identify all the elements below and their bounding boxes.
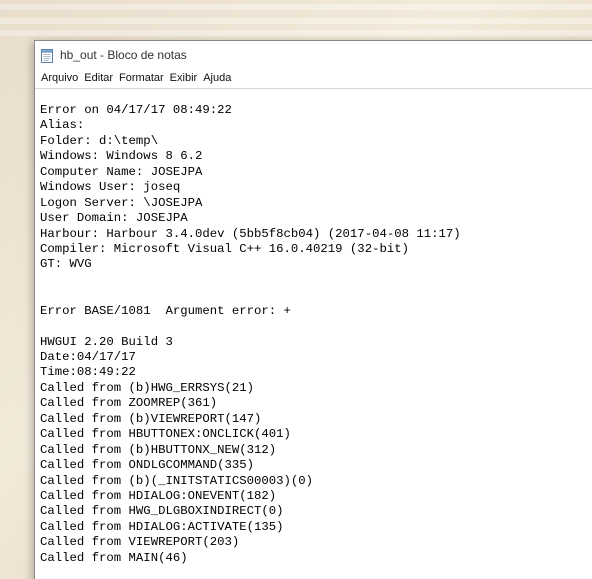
text-line: Called from HBUTTONEX:ONCLICK(401) (40, 427, 291, 442)
blind-stripe (0, 18, 592, 24)
text-line: Called from HDIALOG:ONEVENT(182) (40, 488, 277, 503)
menu-arquivo[interactable]: Arquivo (38, 72, 81, 84)
text-line (40, 319, 592, 334)
text-line: Time:08:49:22 (40, 365, 136, 380)
text-line: Called from MAIN(46) (40, 550, 188, 565)
text-line (40, 273, 592, 288)
text-line: Harbour: Harbour 3.4.0dev (5bb5f8cb04) (… (40, 226, 461, 241)
text-line: Computer Name: JOSEJPA (40, 164, 203, 179)
text-line: Compiler: Microsoft Visual C++ 16.0.4021… (40, 241, 409, 256)
desktop-background: hb_out - Bloco de notas Arquivo Editar F… (0, 0, 592, 579)
notepad-icon[interactable] (41, 48, 54, 63)
text-line: Windows: Windows 8 6.2 (40, 149, 203, 164)
menu-exibir[interactable]: Exibir (167, 72, 201, 84)
menu-editar[interactable]: Editar (81, 72, 116, 84)
text-line: Date:04/17/17 (40, 350, 136, 364)
text-line: Alias: (40, 118, 85, 133)
text-line: Called from ONDLGCOMMAND(335) (40, 458, 255, 473)
text-line: Called from HDIALOG:ACTIVATE(135) (40, 519, 284, 534)
text-line: Error BASE/1081 Argument error: + (40, 303, 291, 318)
title-bar[interactable]: hb_out - Bloco de notas (35, 41, 592, 69)
text-line: Called from (b)(_INITSTATICS00003)(0) (40, 473, 314, 488)
text-line: Called from (b)HBUTTONX_NEW(312) (40, 442, 277, 457)
menu-bar: Arquivo Editar Formatar Exibir Ajuda (35, 69, 592, 87)
text-line: Called from (b)HWG_ERRSYS(21) (40, 380, 255, 395)
text-line: Error on 04/17/17 08:49:22 (40, 103, 232, 117)
notepad-window[interactable]: hb_out - Bloco de notas Arquivo Editar F… (34, 40, 592, 579)
text-line: Called from (b)VIEWREPORT(147) (40, 411, 262, 426)
window-title: hb_out - Bloco de notas (60, 48, 187, 62)
text-line: Called from ZOOMREP(361) (40, 396, 218, 411)
text-line: User Domain: JOSEJPA (40, 211, 188, 226)
text-line: HWGUI 2.20 Build 3 (40, 334, 173, 349)
text-line: Called from VIEWREPORT(203) (40, 535, 240, 550)
menu-formatar[interactable]: Formatar (116, 72, 167, 84)
text-line (40, 288, 592, 303)
text-line: Windows User: joseq (40, 180, 181, 195)
text-line: Called from HWG_DLGBOXINDIRECT(0) (40, 504, 284, 519)
document-text: Error on 04/17/17 08:49:22 Alias: Folder: … (35, 89, 592, 566)
blind-stripe (0, 30, 592, 36)
text-line: Logon Server: \JOSEJPA (40, 195, 203, 210)
blind-stripe (0, 4, 592, 10)
text-line: GT: WVG (40, 257, 92, 272)
text-line: Folder: d:\temp\ (40, 133, 159, 148)
menu-ajuda[interactable]: Ajuda (200, 72, 234, 84)
text-editor-area[interactable]: Error on 04/17/17 08:49:22 Alias: Folder: … (35, 88, 592, 579)
